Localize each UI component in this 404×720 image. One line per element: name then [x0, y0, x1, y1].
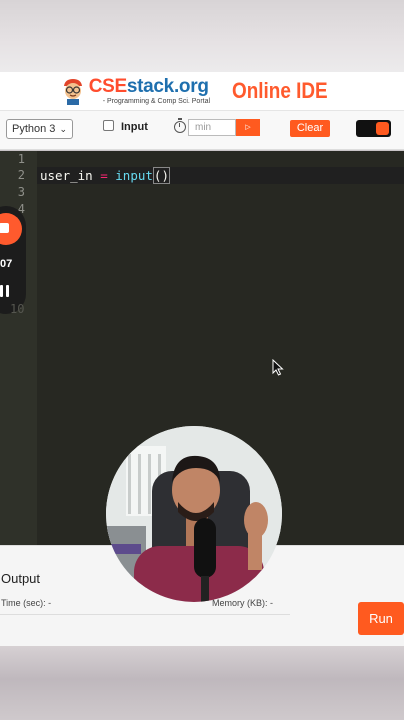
brand-tagline: - Programming & Comp Sci. Portal: [102, 98, 211, 105]
input-checkbox-label[interactable]: Input: [121, 121, 148, 133]
language-select-value: Python 3: [12, 123, 56, 135]
code-function: input: [115, 168, 153, 183]
pause-icon[interactable]: [0, 285, 10, 297]
theme-toggle-knob: [376, 122, 389, 135]
page-title: Online IDE: [232, 78, 328, 103]
chevron-down-icon: ⌄: [59, 124, 67, 134]
code-variable: user_in: [40, 168, 93, 183]
brand-cse: CSE: [88, 76, 127, 97]
divider: [0, 614, 290, 615]
site-header: CSEstack.org - Programming & Comp Sci. P…: [0, 72, 404, 110]
brand-logo[interactable]: CSEstack.org - Programming & Comp Sci. P…: [61, 77, 210, 105]
stopwatch-icon: [174, 118, 186, 133]
execution-time: Time (sec): -: [1, 598, 52, 608]
blurred-background-bottom: [0, 646, 404, 720]
brand-domain: stack.org: [126, 76, 209, 97]
line-number: 2: [17, 168, 25, 182]
mascot-icon: [61, 77, 85, 105]
line-number: 3: [17, 185, 25, 199]
theme-toggle[interactable]: [356, 120, 391, 137]
timer-start-button[interactable]: ▷: [236, 119, 260, 136]
language-select[interactable]: Python 3 ⌄: [6, 119, 73, 139]
blurred-background-top: [0, 0, 404, 72]
code-parens: (): [152, 167, 170, 184]
recording-timer: 07: [0, 258, 13, 270]
line-number: 1: [17, 152, 25, 166]
clear-button[interactable]: Clear: [290, 120, 330, 137]
run-button[interactable]: Run: [358, 602, 404, 635]
presenter-image: [106, 426, 282, 602]
mouse-pointer-icon: [272, 359, 284, 376]
input-checkbox[interactable]: [103, 120, 114, 131]
memory-usage: Memory (KB): -: [212, 598, 274, 608]
timer-minutes-input[interactable]: min: [188, 119, 236, 136]
toolbar: Python 3 ⌄ Input min ▷ Clear: [0, 110, 404, 150]
code-operator: =: [100, 168, 108, 183]
line-number: 10: [10, 302, 25, 316]
webcam-overlay: [106, 426, 282, 602]
output-title: Output: [1, 571, 41, 586]
code-line-2[interactable]: user_in = input(): [40, 167, 170, 184]
